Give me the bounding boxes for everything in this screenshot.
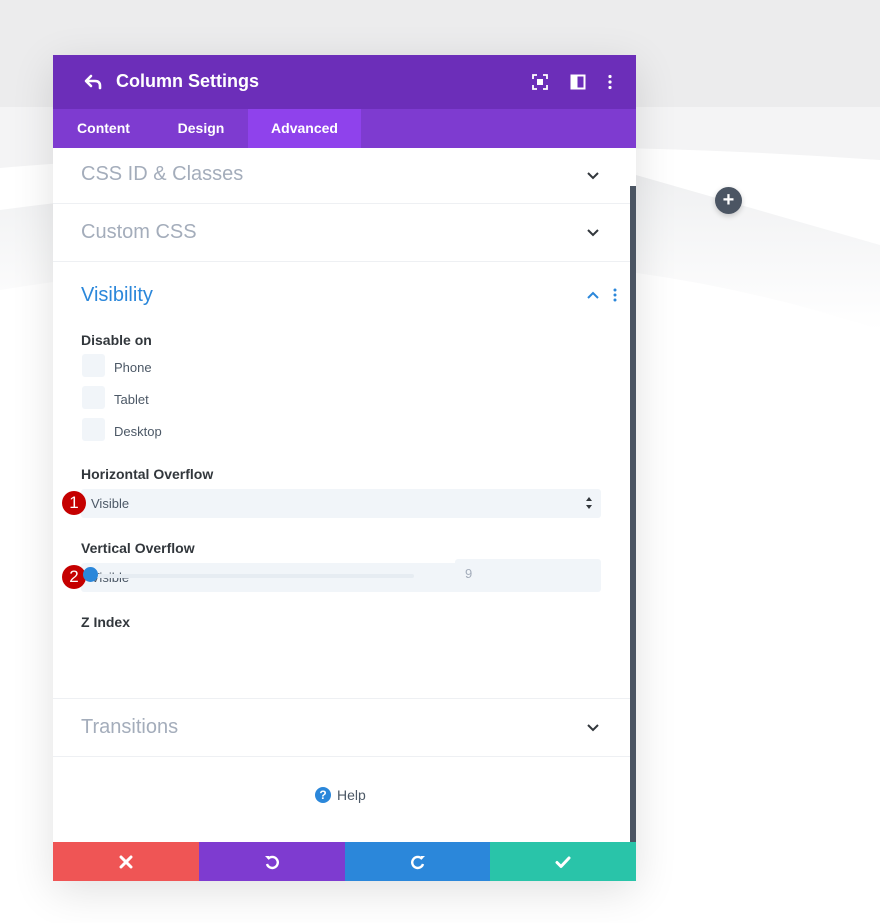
- disable-on-label: Disable on: [81, 332, 152, 348]
- modal-header: Column Settings: [53, 55, 636, 109]
- column-settings-modal: Column Settings Content Design Advanced …: [53, 55, 636, 881]
- section-title-transitions: Transitions: [81, 716, 179, 738]
- section-css-id[interactable]: CSS ID & Classes: [53, 148, 630, 204]
- scrollbar[interactable]: [630, 186, 636, 842]
- close-icon: [119, 855, 133, 869]
- chevron-up-icon[interactable]: [586, 288, 600, 302]
- add-section-button[interactable]: +: [715, 187, 742, 214]
- chevron-down-icon: [587, 724, 599, 732]
- undo-button[interactable]: [199, 842, 345, 881]
- section-title-custom-css: Custom CSS: [81, 221, 197, 243]
- tab-bar: Content Design Advanced: [53, 109, 636, 148]
- checkbox-label-phone: Phone: [114, 360, 152, 375]
- back-arrow-icon[interactable]: [83, 72, 103, 92]
- select-arrows-icon: [586, 497, 592, 509]
- split-view-icon[interactable]: [570, 74, 586, 90]
- section-custom-css[interactable]: Custom CSS: [53, 203, 630, 262]
- checkbox-desktop[interactable]: [82, 418, 105, 441]
- undo-icon: [265, 855, 279, 870]
- redo-icon: [411, 855, 425, 870]
- tab-content[interactable]: Content: [53, 109, 154, 148]
- tab-design[interactable]: Design: [154, 109, 248, 148]
- save-button[interactable]: [490, 842, 636, 881]
- section-visibility: Visibility Disable on Phone Tablet Deskt…: [53, 262, 630, 699]
- cancel-button[interactable]: [53, 842, 199, 881]
- redo-button[interactable]: [345, 842, 491, 881]
- modal-footer: [53, 842, 636, 881]
- modal-title: Column Settings: [116, 71, 259, 91]
- z-index-label: Z Index: [81, 614, 131, 630]
- z-index-input[interactable]: 9: [455, 559, 601, 588]
- select-value: Visible: [91, 496, 130, 511]
- checkmark-icon: [555, 856, 571, 868]
- tab-advanced[interactable]: Advanced: [248, 109, 361, 148]
- checkbox-tablet[interactable]: [82, 386, 105, 409]
- more-options-icon[interactable]: [602, 74, 618, 90]
- section-title-css-id: CSS ID & Classes: [81, 163, 244, 185]
- settings-body: CSS ID & Classes Custom CSS Visibility D…: [53, 148, 636, 842]
- chevron-down-icon: [587, 172, 599, 180]
- help-label: Help: [337, 787, 366, 803]
- z-index-slider-handle[interactable]: [83, 567, 98, 582]
- help-icon: ?: [315, 787, 331, 803]
- checkbox-label-desktop: Desktop: [114, 424, 162, 439]
- section-title-visibility[interactable]: Visibility: [81, 284, 153, 307]
- checkbox-label-tablet: Tablet: [114, 392, 149, 407]
- more-options-icon[interactable]: [611, 288, 619, 302]
- section-transitions[interactable]: Transitions: [53, 698, 630, 757]
- annotation-badge-1: 1: [62, 491, 86, 515]
- z-index-slider-track[interactable]: [91, 574, 414, 578]
- focus-mode-icon[interactable]: [532, 74, 548, 90]
- horizontal-overflow-select[interactable]: Visible: [81, 489, 601, 518]
- z-index-value: 9: [465, 566, 473, 581]
- checkbox-phone[interactable]: [82, 354, 105, 377]
- vertical-overflow-label: Vertical Overflow: [81, 540, 195, 556]
- horizontal-overflow-label: Horizontal Overflow: [81, 466, 214, 482]
- chevron-down-icon: [587, 229, 599, 237]
- annotation-badge-2: 2: [62, 565, 86, 589]
